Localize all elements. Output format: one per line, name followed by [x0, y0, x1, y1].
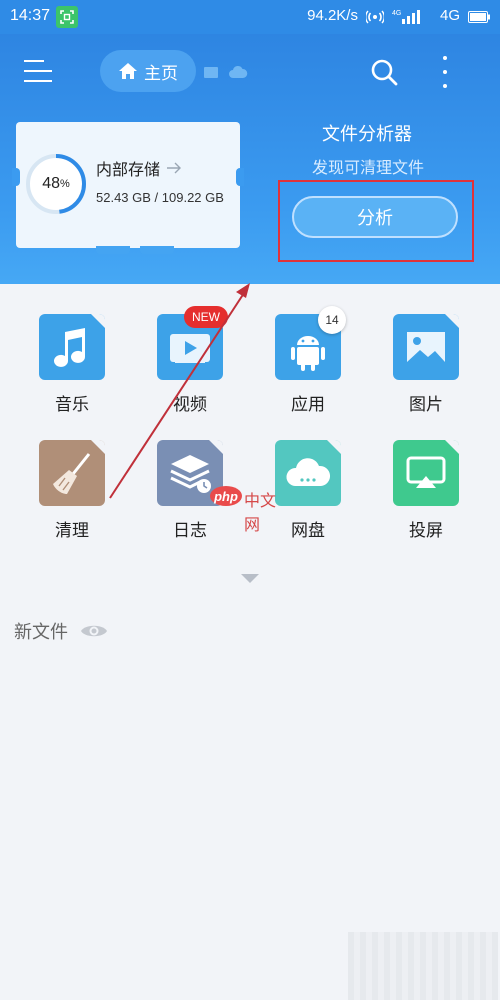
network-speed: 94.2K/s — [307, 7, 358, 24]
svg-text:4G: 4G — [392, 10, 401, 17]
recent-files-title: 新文件 — [14, 622, 68, 643]
category-label: 音乐 — [55, 395, 89, 415]
signal-icon: 4G — [392, 8, 432, 24]
category-pictures[interactable]: 图片 — [376, 314, 476, 415]
analyzer-title: 文件分析器 — [322, 124, 412, 145]
storage-percent-sign: % — [60, 178, 70, 190]
music-note-icon — [39, 314, 105, 380]
window-tab-icon[interactable] — [204, 67, 218, 78]
eye-icon[interactable] — [80, 622, 108, 640]
menu-icon[interactable] — [24, 58, 52, 84]
category-label: 图片 — [409, 395, 443, 415]
storage-usage-ring: 48% — [24, 152, 88, 216]
status-time: 14:37 — [10, 7, 51, 24]
site-watermark: php 中文网 — [210, 484, 290, 534]
expand-arrow-icon[interactable] — [241, 574, 259, 583]
count-badge: 14 — [318, 306, 346, 334]
category-music[interactable]: 音乐 — [22, 314, 122, 415]
category-label: 应用 — [291, 395, 325, 415]
screenshot-icon — [56, 6, 78, 28]
analyzer-subtitle: 发现可清理文件 — [312, 158, 425, 177]
analyze-button[interactable]: 分析 — [292, 196, 458, 238]
new-badge: NEW — [184, 306, 228, 328]
picture-icon — [393, 314, 459, 380]
internal-storage-card[interactable]: 48% 内部存储 52.43 GB / 109.22 GB — [12, 122, 244, 254]
header-panel: 主页 48% 内部存储 52.43 GB / 109.22 GB 文件分析器 发… — [0, 34, 500, 284]
broom-icon — [39, 440, 105, 506]
cloud-tab-icon[interactable] — [228, 64, 248, 78]
top-bar: 主页 — [0, 34, 500, 108]
category-clean[interactable]: 清理 — [22, 440, 122, 541]
category-label: 清理 — [55, 521, 89, 541]
storage-usage-text: 52.43 GB / 109.22 GB — [96, 190, 224, 205]
category-label: 投屏 — [409, 521, 443, 541]
home-icon — [118, 62, 138, 80]
category-label: 视频 — [173, 395, 207, 415]
recent-files-section: 新文件 — [14, 618, 108, 644]
category-apps[interactable]: 应用 — [258, 314, 358, 415]
storage-title: 内部存储 — [96, 160, 161, 179]
screen-cast-icon — [393, 440, 459, 506]
watermark-logo: php — [210, 486, 242, 506]
battery-icon — [468, 10, 490, 23]
status-bar: 14:37 94.2K/s 4G 4G — [0, 0, 500, 34]
more-options-icon[interactable] — [440, 56, 450, 88]
category-label: 日志 — [173, 521, 207, 541]
network-type: 4G — [439, 7, 460, 24]
corner-watermark — [348, 932, 498, 1000]
home-tab-label: 主页 — [144, 63, 178, 84]
home-tab[interactable]: 主页 — [100, 50, 196, 92]
category-screen-cast[interactable]: 投屏 — [376, 440, 476, 541]
storage-percent: 48 — [42, 175, 60, 192]
arrow-right-icon — [166, 159, 182, 178]
category-video[interactable]: 视频 — [140, 314, 240, 415]
search-icon[interactable] — [370, 58, 398, 86]
watermark-text: 中文网 — [244, 491, 277, 534]
hotspot-icon — [364, 8, 385, 24]
